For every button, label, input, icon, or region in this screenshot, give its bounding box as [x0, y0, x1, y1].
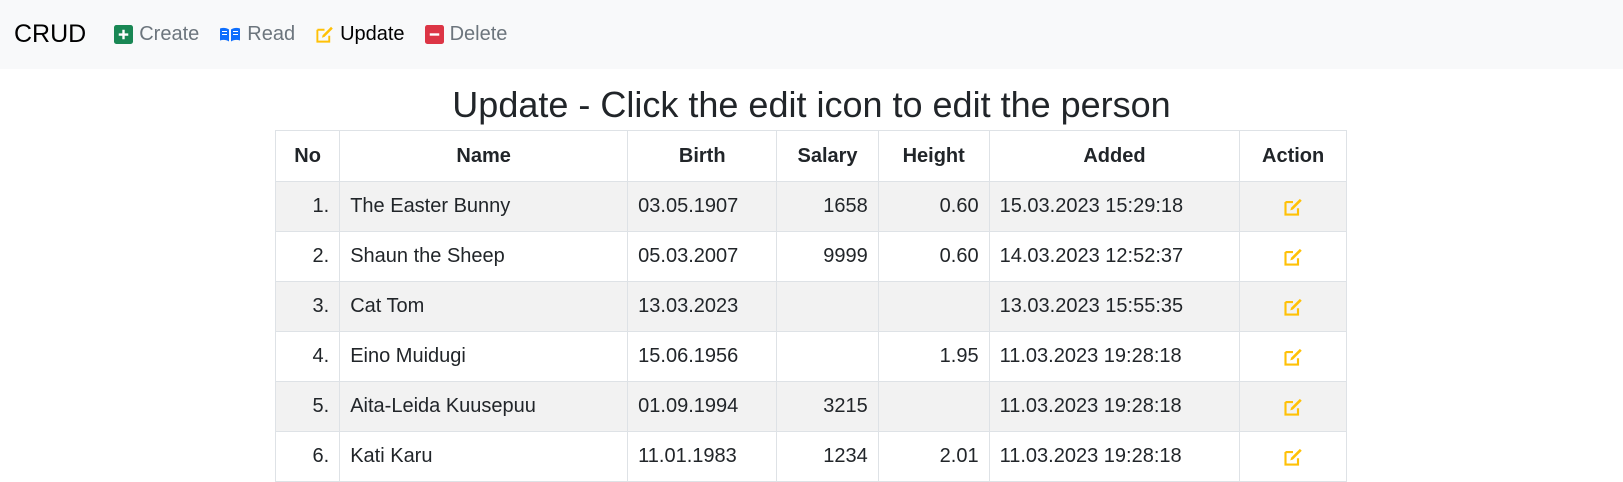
- cell-salary: 3215: [776, 381, 879, 432]
- cell-birth: 05.03.2007: [627, 231, 778, 282]
- cell-birth: 11.01.1983: [627, 431, 778, 482]
- nav-item-create[interactable]: Create: [114, 23, 199, 46]
- cell-salary: 1234: [776, 431, 879, 482]
- cell-birth: 03.05.1907: [627, 181, 778, 232]
- edit-icon[interactable]: [1283, 197, 1303, 217]
- minus-square-icon: [424, 25, 444, 44]
- cell-action: [1239, 331, 1347, 382]
- cell-no: 3.: [274, 281, 341, 332]
- table-row: 6. Kati Karu 11.01.1983 1234 2.01 11.03.2023 …: [274, 431, 1347, 482]
- nav-item-update-label: Update: [340, 23, 405, 45]
- cell-name: Kati Karu: [339, 431, 629, 482]
- table-row: 3. Cat Tom 13.03.2023 13.03.2023 15:55:35: [274, 281, 1347, 332]
- cell-salary: [776, 331, 879, 382]
- table-row: 2. Shaun the Sheep 05.03.2007 9999 0.60 14.03…: [274, 231, 1347, 282]
- column-header-name: Name: [339, 130, 629, 182]
- cell-added: 11.03.2023 19:28:18: [988, 331, 1241, 382]
- cell-no: 1.: [274, 181, 341, 232]
- nav-item-delete-label: Delete: [449, 23, 508, 45]
- table-row: 5. Aita-Leida Kuusepuu 01.09.1994 3215 11.03…: [274, 381, 1347, 432]
- nav-item-delete[interactable]: Delete: [424, 23, 508, 46]
- page-title: Update - Click the edit icon to edit the…: [452, 84, 1171, 125]
- cell-height: 0.60: [877, 181, 990, 232]
- cell-salary: [776, 281, 879, 332]
- column-header-no: No: [274, 130, 341, 182]
- cell-name: Aita-Leida Kuusepuu: [339, 381, 629, 432]
- plus-square-icon: [114, 25, 134, 44]
- cell-height: 2.01: [877, 431, 990, 482]
- edit-icon[interactable]: [1283, 397, 1303, 417]
- cell-height: 0.60: [877, 231, 990, 282]
- nav-item-create-label: Create: [139, 23, 200, 45]
- cell-no: 4.: [274, 331, 341, 382]
- cell-added: 13.03.2023 15:55:35: [988, 281, 1241, 332]
- column-header-added: Added: [988, 130, 1241, 182]
- cell-height: [877, 281, 990, 332]
- book-icon: [219, 25, 241, 44]
- edit-icon[interactable]: [1283, 347, 1303, 367]
- edit-icon[interactable]: [1283, 447, 1303, 467]
- top-navbar: CRUD Create Read Update Delete: [0, 0, 1623, 69]
- cell-action: [1239, 431, 1347, 482]
- cell-salary: 9999: [776, 231, 879, 282]
- cell-height: 1.95: [877, 331, 990, 382]
- cell-birth: 15.06.1956: [627, 331, 778, 382]
- edit-icon[interactable]: [1283, 247, 1303, 267]
- cell-birth: 01.09.1994: [627, 381, 778, 432]
- cell-birth: 13.03.2023: [627, 281, 778, 332]
- cell-name: Shaun the Sheep: [339, 231, 629, 282]
- table-header-row: No Name Birth Salary Height Added Action: [274, 130, 1347, 182]
- column-header-salary: Salary: [776, 130, 879, 182]
- table-row: 4. Eino Muidugi 15.06.1956 1.95 11.03.2023 1…: [274, 331, 1347, 382]
- cell-added: 15.03.2023 15:29:18: [988, 181, 1241, 232]
- cell-no: 5.: [274, 381, 341, 432]
- nav-item-read-label: Read: [247, 23, 296, 45]
- cell-salary: 1658: [776, 181, 879, 232]
- cell-action: [1239, 281, 1347, 332]
- cell-added: 14.03.2023 12:52:37: [988, 231, 1241, 282]
- cell-action: [1239, 231, 1347, 282]
- cell-name: The Easter Bunny: [339, 181, 629, 232]
- pencil-square-icon: [315, 25, 334, 44]
- cell-name: Cat Tom: [339, 281, 629, 332]
- nav-item-update[interactable]: Update: [315, 23, 405, 46]
- nav-item-read[interactable]: Read: [219, 23, 295, 46]
- cell-action: [1239, 181, 1347, 232]
- cell-added: 11.03.2023 19:28:18: [988, 431, 1241, 482]
- edit-icon[interactable]: [1283, 297, 1303, 317]
- people-table: No Name Birth Salary Height Added Action…: [274, 130, 1347, 482]
- column-header-birth: Birth: [627, 130, 778, 182]
- cell-height: [877, 381, 990, 432]
- cell-added: 11.03.2023 19:28:18: [988, 381, 1241, 432]
- column-header-action: Action: [1239, 130, 1347, 182]
- cell-no: 6.: [274, 431, 341, 482]
- brand-title[interactable]: CRUD: [14, 20, 86, 49]
- cell-no: 2.: [274, 231, 341, 282]
- column-header-height: Height: [877, 130, 990, 182]
- table-row: 1. The Easter Bunny 03.05.1907 1658 0.60 15.0…: [274, 181, 1347, 232]
- cell-action: [1239, 381, 1347, 432]
- cell-name: Eino Muidugi: [339, 331, 629, 382]
